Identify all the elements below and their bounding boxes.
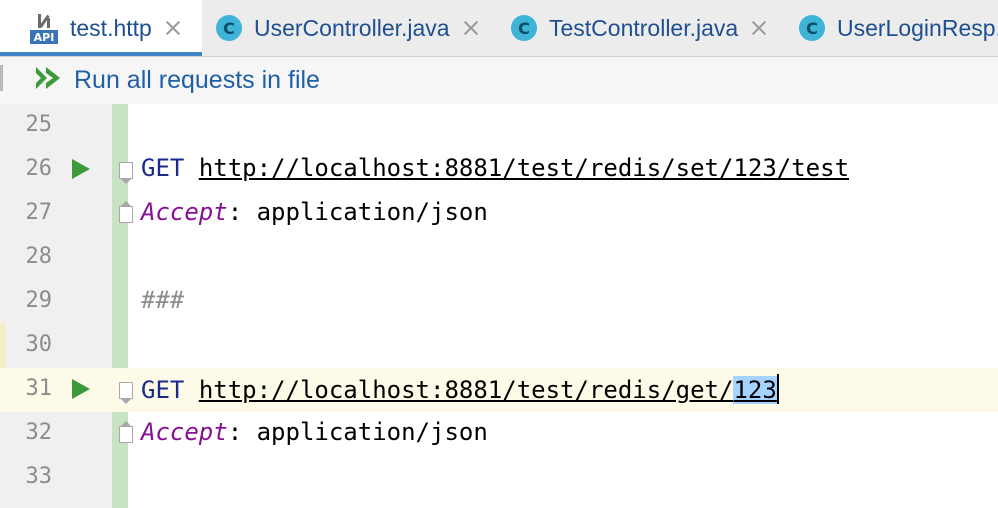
double-play-icon <box>34 65 62 96</box>
editor-line: 27 Accept: application/json <box>0 192 998 236</box>
http-method: GET <box>141 154 185 182</box>
run-all-requests-button[interactable]: Run all requests in file <box>34 57 320 104</box>
header-line: Accept: application/json <box>141 418 488 446</box>
api-icon-text: API <box>34 31 55 44</box>
editor-line: 32 Accept: application/json <box>0 412 998 456</box>
line-number: 27 <box>25 200 53 225</box>
header-line: Accept: application/json <box>141 198 488 226</box>
tab-user-login-resp[interactable]: C UserLoginResp.j <box>799 0 998 56</box>
line-number: 31 <box>25 376 53 401</box>
selected-text: 123 <box>733 376 777 404</box>
class-icon: C <box>216 15 242 41</box>
http-client-toolbar: Run all requests in file <box>0 57 998 105</box>
header-value: application/json <box>256 198 488 226</box>
close-icon[interactable] <box>166 21 180 35</box>
editor-line: 29 ### <box>0 280 998 324</box>
tab-user-controller[interactable]: C UserController.java <box>216 0 478 56</box>
line-number: 25 <box>25 112 53 137</box>
editor-line: 28 <box>0 236 998 280</box>
tab-label: TestController.java <box>549 14 739 41</box>
line-number: 28 <box>25 244 53 269</box>
line-number: 33 <box>25 464 53 489</box>
editor-line-current: 31 GET http://localhost:8881/test/redis/… <box>0 368 998 412</box>
request-url[interactable]: http://localhost:8881/test/redis/set/123… <box>199 154 849 182</box>
header-name: Accept <box>141 418 228 446</box>
api-file-icon: API <box>30 12 58 44</box>
url-prefix: http://localhost:8881/test/redis/get/ <box>198 376 734 404</box>
toolbar-edge-marker <box>0 65 3 91</box>
editor-line: 25 <box>0 104 998 148</box>
editor-line: 30 <box>0 324 998 368</box>
editor-line: 33 <box>0 456 998 500</box>
tab-test-http[interactable]: API test.http <box>0 0 202 56</box>
header-separator: : <box>227 198 257 226</box>
line-number: 29 <box>25 288 53 313</box>
class-icon: C <box>511 15 537 41</box>
close-icon[interactable] <box>464 21 478 35</box>
code-editor[interactable]: 25 26 GET http://localhost:8881/test/red… <box>0 104 998 508</box>
tab-test-controller[interactable]: C TestController.java <box>511 0 766 56</box>
request-separator-comment: ### <box>141 286 185 314</box>
header-separator: : <box>227 418 257 446</box>
fold-end-icon[interactable] <box>119 201 133 223</box>
close-icon[interactable] <box>752 21 766 35</box>
fold-end-icon[interactable] <box>119 421 133 443</box>
line-number: 32 <box>25 420 53 445</box>
text-caret <box>776 374 779 404</box>
fold-icon[interactable] <box>119 382 133 404</box>
request-url[interactable]: http://localhost:8881/test/redis/get/123 <box>199 376 777 404</box>
tab-label: UserController.java <box>254 14 450 41</box>
header-name: Accept <box>141 198 228 226</box>
line-number: 30 <box>25 332 53 357</box>
http-method: GET <box>141 376 185 404</box>
class-icon: C <box>799 15 825 41</box>
tab-label: UserLoginResp.j <box>837 14 998 41</box>
request-line: GET http://localhost:8881/test/redis/set… <box>141 154 849 182</box>
request-line: GET http://localhost:8881/test/redis/get… <box>141 374 779 404</box>
editor-line: 26 GET http://localhost:8881/test/redis/… <box>0 148 998 192</box>
editor-tab-bar: API test.http C UserController.java C Te… <box>0 0 998 57</box>
run-all-requests-label: Run all requests in file <box>74 66 320 94</box>
fold-icon[interactable] <box>119 162 133 184</box>
run-request-icon[interactable] <box>72 379 90 399</box>
header-value: application/json <box>256 418 488 446</box>
gutter-highlight-marker <box>0 324 6 368</box>
tab-label: test.http <box>70 14 152 41</box>
run-request-icon[interactable] <box>72 159 90 179</box>
line-number: 26 <box>25 156 53 181</box>
